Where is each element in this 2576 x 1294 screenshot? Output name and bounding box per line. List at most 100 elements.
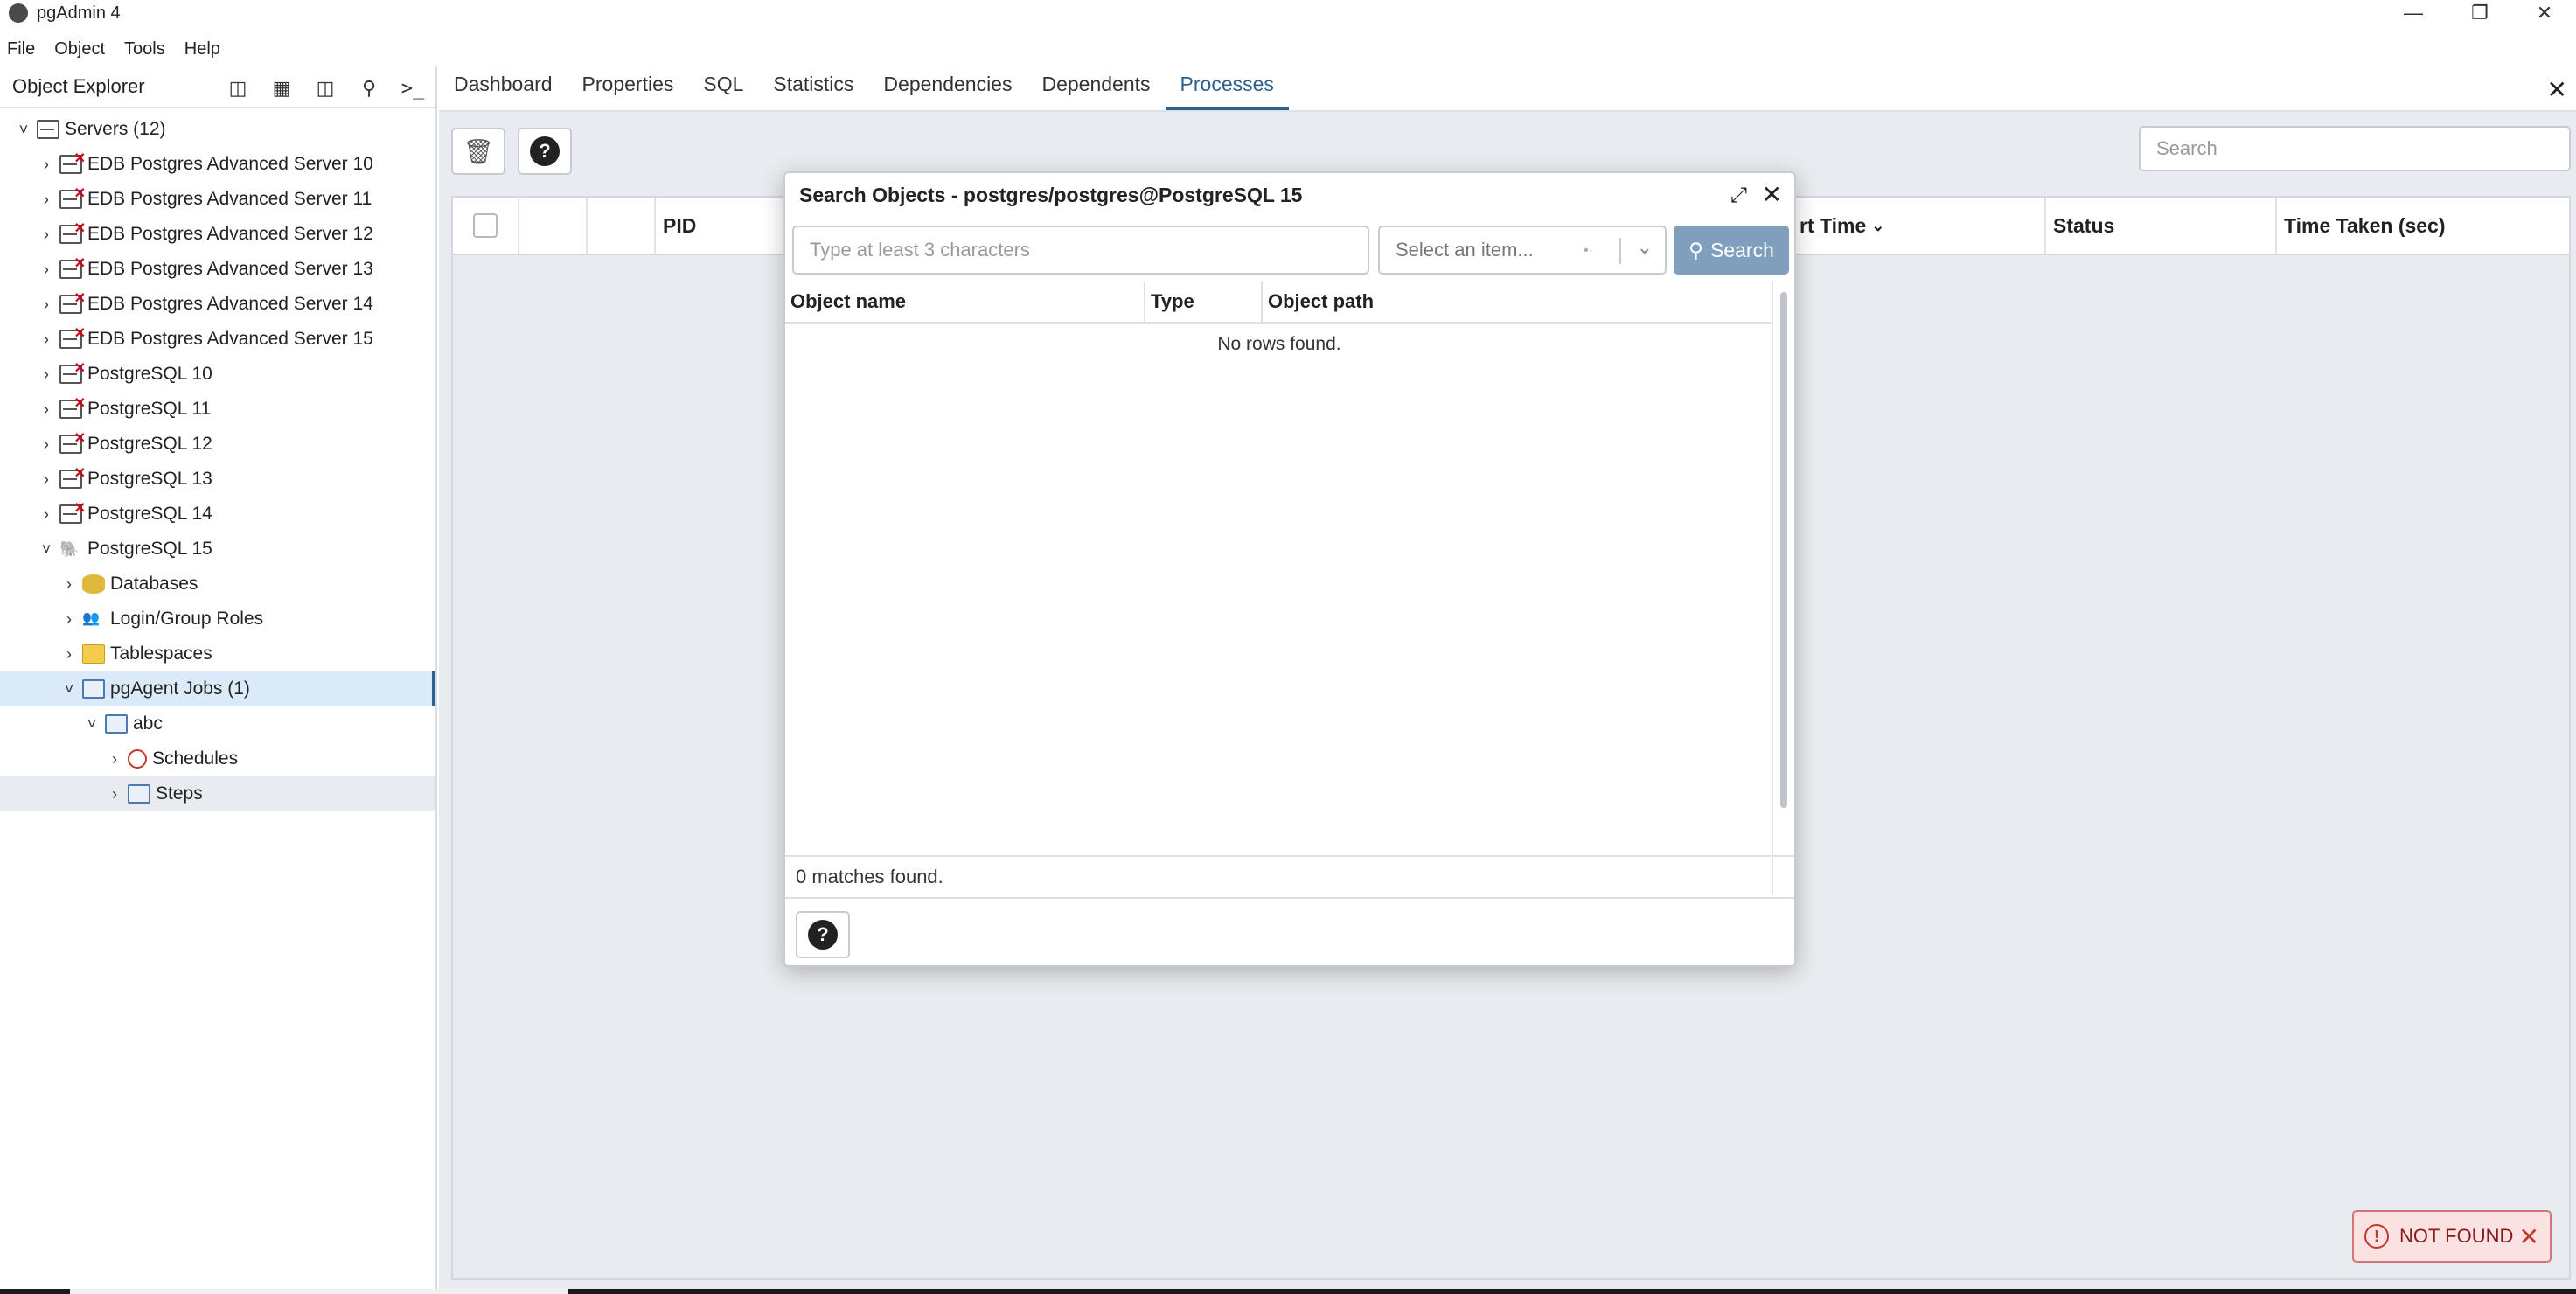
chevron-right-icon[interactable]: ›: [37, 400, 56, 419]
tree-node[interactable]: › Tablespaces: [0, 637, 435, 671]
close-tab-icon[interactable]: ✕: [2547, 75, 2567, 104]
processes-search-input[interactable]: Search: [2139, 126, 2571, 171]
tree-node[interactable]: › ✕ EDB Postgres Advanced Server 13: [0, 252, 435, 287]
terminate-button[interactable]: 🗑: [451, 128, 505, 175]
tree-node[interactable]: › Steps: [0, 776, 435, 811]
tab-dependents[interactable]: Dependents: [1027, 73, 1165, 110]
column-start-time[interactable]: rt Time ⌄: [1793, 198, 2046, 254]
window-close-icon[interactable]: ✕: [2511, 0, 2576, 26]
column-object-path[interactable]: Object path: [1263, 282, 1773, 322]
steps-icon: [128, 784, 150, 804]
server-disconnected-icon: ✕: [59, 396, 86, 419]
menu-object[interactable]: Object: [54, 39, 105, 59]
search-objects-dialog: Search Objects - postgres/postgres@Postg…: [783, 171, 1796, 967]
toast-close-icon[interactable]: ✕: [2519, 1222, 2539, 1251]
results-scrollbar[interactable]: [1772, 282, 1793, 894]
tree-node-label: Databases: [110, 574, 198, 594]
column-time-taken[interactable]: Time Taken (sec): [2277, 198, 2569, 254]
schedules-icon: [128, 749, 147, 769]
menu-tools[interactable]: Tools: [124, 39, 165, 59]
chevron-right-icon[interactable]: ›: [37, 365, 56, 384]
server-disconnected-icon: ✕: [59, 256, 86, 279]
column-object-name[interactable]: Object name: [785, 282, 1145, 322]
help-button[interactable]: ?: [518, 128, 572, 175]
tree-node[interactable]: › Databases: [0, 567, 435, 602]
tree-node-label: Schedules: [152, 748, 239, 769]
tree-node[interactable]: › ✕ EDB Postgres Advanced Server 12: [0, 217, 435, 252]
column-status[interactable]: Status: [2046, 198, 2277, 254]
restore-icon[interactable]: ❐: [2447, 0, 2513, 26]
tree-node[interactable]: › ✕ EDB Postgres Advanced Server 15: [0, 322, 435, 357]
chevron-right-icon[interactable]: ›: [105, 750, 124, 769]
maximize-dialog-icon[interactable]: ⤢: [1730, 184, 1747, 208]
help-icon: ?: [530, 136, 560, 166]
tree-node[interactable]: ˅ abc: [0, 706, 435, 741]
tab-sql[interactable]: SQL: [688, 73, 758, 110]
select-loading-icon: •·: [1584, 243, 1593, 258]
select-all-checkbox[interactable]: [473, 213, 498, 238]
tree-node[interactable]: › ✕ EDB Postgres Advanced Server 10: [0, 147, 435, 182]
sort-desc-icon: ⌄: [1871, 216, 1885, 234]
chevron-right-icon[interactable]: ›: [37, 296, 56, 314]
pgagent-jobs-icon: [82, 679, 105, 699]
tree-node[interactable]: › 👥 Login/Group Roles: [0, 602, 435, 637]
tree-node[interactable]: ˅ Servers (12): [0, 112, 435, 147]
search-term-input[interactable]: Type at least 3 characters: [792, 226, 1369, 275]
tree-node[interactable]: › Schedules: [0, 741, 435, 776]
search-button[interactable]: ⚲ Search: [1674, 226, 1789, 275]
tree-node[interactable]: › ✕ PostgreSQL 14: [0, 497, 435, 532]
tree-node[interactable]: › ✕ PostgreSQL 13: [0, 462, 435, 497]
tree-node-label: PostgreSQL 14: [87, 504, 212, 524]
alert-icon: !: [2364, 1224, 2389, 1249]
tree-node[interactable]: › ✕ PostgreSQL 11: [0, 392, 435, 427]
chevron-right-icon[interactable]: ›: [37, 505, 56, 524]
menu-help[interactable]: Help: [184, 39, 220, 59]
tree-node[interactable]: ˅ 🐘 PostgreSQL 15: [0, 532, 435, 567]
chevron-down-icon[interactable]: ˅: [14, 121, 33, 139]
tab-statistics[interactable]: Statistics: [758, 73, 868, 110]
chevron-right-icon[interactable]: ›: [37, 470, 56, 489]
chevron-right-icon[interactable]: ›: [59, 610, 79, 629]
close-dialog-icon[interactable]: ✕: [1762, 180, 1782, 209]
psql-terminal-icon[interactable]: >_: [395, 72, 430, 105]
minimize-icon[interactable]: —: [2380, 0, 2447, 26]
chevron-down-icon[interactable]: ˅: [37, 540, 56, 559]
tablespaces-icon: [82, 644, 105, 664]
tree-node[interactable]: › ✕ PostgreSQL 12: [0, 427, 435, 462]
tab-properties[interactable]: Properties: [567, 73, 689, 110]
chevron-down-icon[interactable]: ˅: [82, 715, 101, 734]
scrollbar-thumb[interactable]: [1780, 292, 1787, 808]
filtered-rows-icon[interactable]: ◫: [308, 72, 343, 105]
tree-node[interactable]: › ✕ EDB Postgres Advanced Server 14: [0, 287, 435, 322]
menu-file[interactable]: File: [7, 39, 35, 59]
chevron-right-icon[interactable]: ›: [59, 645, 79, 664]
chevron-right-icon[interactable]: ›: [37, 261, 56, 279]
chevron-right-icon[interactable]: ›: [37, 156, 56, 174]
tab-processes[interactable]: Processes: [1165, 73, 1289, 110]
tree-node-label: PostgreSQL 10: [87, 364, 212, 384]
chevron-right-icon[interactable]: ›: [37, 226, 56, 244]
chevron-down-icon[interactable]: ˅: [59, 680, 79, 699]
databases-icon: [82, 574, 105, 594]
chevron-right-icon[interactable]: ›: [37, 330, 56, 349]
search-objects-icon[interactable]: ⚲: [352, 72, 386, 105]
window-title: pgAdmin 4: [37, 3, 121, 23]
chevron-right-icon[interactable]: ›: [37, 191, 56, 209]
chevron-right-icon[interactable]: ›: [105, 785, 124, 804]
object-type-select[interactable]: Select an item... •· ⌄: [1378, 226, 1667, 275]
tree-node[interactable]: › ✕ EDB Postgres Advanced Server 11: [0, 182, 435, 217]
column-type[interactable]: Type: [1145, 282, 1263, 322]
tree-node[interactable]: ˅ pgAgent Jobs (1): [0, 671, 435, 706]
object-type-select-value: Select an item...: [1396, 239, 1534, 261]
tree-node[interactable]: › ✕ PostgreSQL 10: [0, 357, 435, 392]
tree-node-label: pgAgent Jobs (1): [110, 678, 250, 699]
tree-node-label: PostgreSQL 15: [87, 539, 212, 559]
tab-dependencies[interactable]: Dependencies: [868, 73, 1027, 110]
chevron-right-icon[interactable]: ›: [37, 435, 56, 454]
view-data-table-icon[interactable]: ▦: [264, 72, 299, 105]
tab-dashboard[interactable]: Dashboard: [439, 73, 567, 110]
results-header: Object name Type Object path: [785, 282, 1773, 324]
chevron-right-icon[interactable]: ›: [59, 575, 79, 594]
dialog-help-button[interactable]: ?: [796, 911, 850, 958]
query-tool-db-icon[interactable]: ◫: [220, 72, 255, 105]
